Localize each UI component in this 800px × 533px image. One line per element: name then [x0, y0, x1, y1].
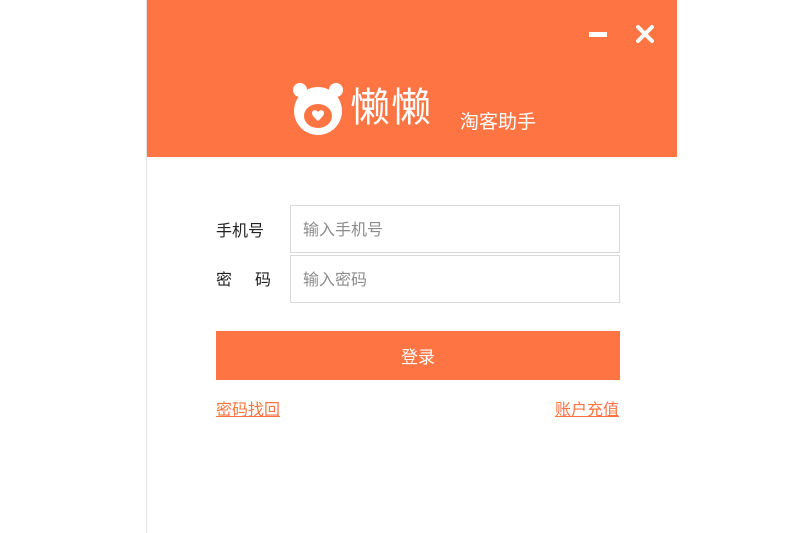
phone-input[interactable]: [290, 205, 620, 253]
minimize-button[interactable]: [587, 22, 611, 46]
recharge-link[interactable]: 账户充值: [555, 398, 619, 422]
login-window: 懒懒 淘客助手 手机号 密码 登录 密码找回 账户充值: [146, 0, 677, 533]
header-banner: 懒懒 淘客助手: [147, 0, 677, 157]
phone-label: 手机号: [216, 221, 265, 240]
close-button[interactable]: [633, 22, 657, 46]
close-icon: [636, 25, 654, 43]
login-button[interactable]: 登录: [216, 331, 620, 380]
forgot-password-link[interactable]: 密码找回: [216, 398, 280, 422]
brand-name: 懒懒: [350, 85, 432, 131]
password-input[interactable]: [290, 255, 620, 303]
minimize-icon: [589, 32, 607, 37]
bear-face-icon: [291, 80, 345, 138]
brand-subtitle: 淘客助手: [460, 111, 537, 133]
password-label: 密码: [216, 270, 295, 289]
